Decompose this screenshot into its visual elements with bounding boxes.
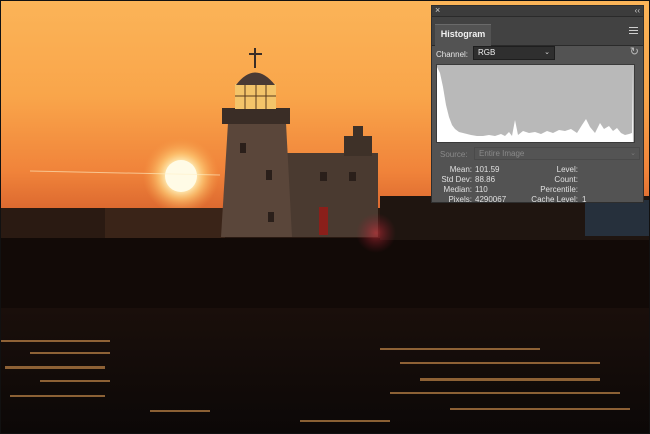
source-select[interactable]: Entire Image ⌄ bbox=[474, 147, 640, 160]
source-label: Source: bbox=[440, 150, 468, 159]
close-icon[interactable]: × bbox=[435, 5, 440, 16]
tab-histogram[interactable]: Histogram bbox=[435, 24, 491, 46]
stat-stddev-label: Std Dev: bbox=[441, 175, 472, 184]
panel-menu-icon[interactable] bbox=[629, 27, 638, 36]
stat-mean-value: 101.59 bbox=[475, 165, 500, 174]
stat-cache-level-label: Cache Level: bbox=[531, 195, 578, 204]
histogram-graph bbox=[436, 64, 635, 143]
histogram-panel: × ‹‹ Histogram Channel: RGB ⌄ ↻ Source: … bbox=[431, 5, 644, 204]
stat-count-label: Count: bbox=[554, 175, 578, 184]
panel-tab-bar: Histogram bbox=[432, 17, 643, 46]
stat-mean-label: Mean: bbox=[449, 165, 472, 174]
refresh-icon[interactable]: ↻ bbox=[630, 46, 639, 58]
stat-median-label: Median: bbox=[443, 185, 472, 194]
channel-label: Channel: bbox=[436, 50, 469, 59]
chevron-down-icon: ⌄ bbox=[630, 150, 636, 157]
chevron-down-icon: ⌄ bbox=[544, 49, 550, 56]
stat-level-label: Level: bbox=[556, 165, 578, 174]
stat-stddev-value: 88.86 bbox=[475, 175, 496, 184]
panel-title-bar[interactable]: × ‹‹ bbox=[432, 5, 643, 17]
collapse-icon[interactable]: ‹‹ bbox=[635, 5, 640, 16]
channel-value: RGB bbox=[478, 48, 496, 57]
stat-percentile-label: Percentile: bbox=[540, 185, 578, 194]
stat-pixels-value: 4290067 bbox=[475, 195, 507, 204]
stat-cache-level-value: 1 bbox=[582, 195, 587, 204]
stat-median-value: 110 bbox=[475, 185, 488, 194]
channel-select[interactable]: RGB ⌄ bbox=[473, 46, 555, 60]
source-value: Entire Image bbox=[479, 149, 525, 158]
stat-pixels-label: Pixels: bbox=[448, 195, 472, 204]
histogram-curve bbox=[437, 67, 633, 142]
